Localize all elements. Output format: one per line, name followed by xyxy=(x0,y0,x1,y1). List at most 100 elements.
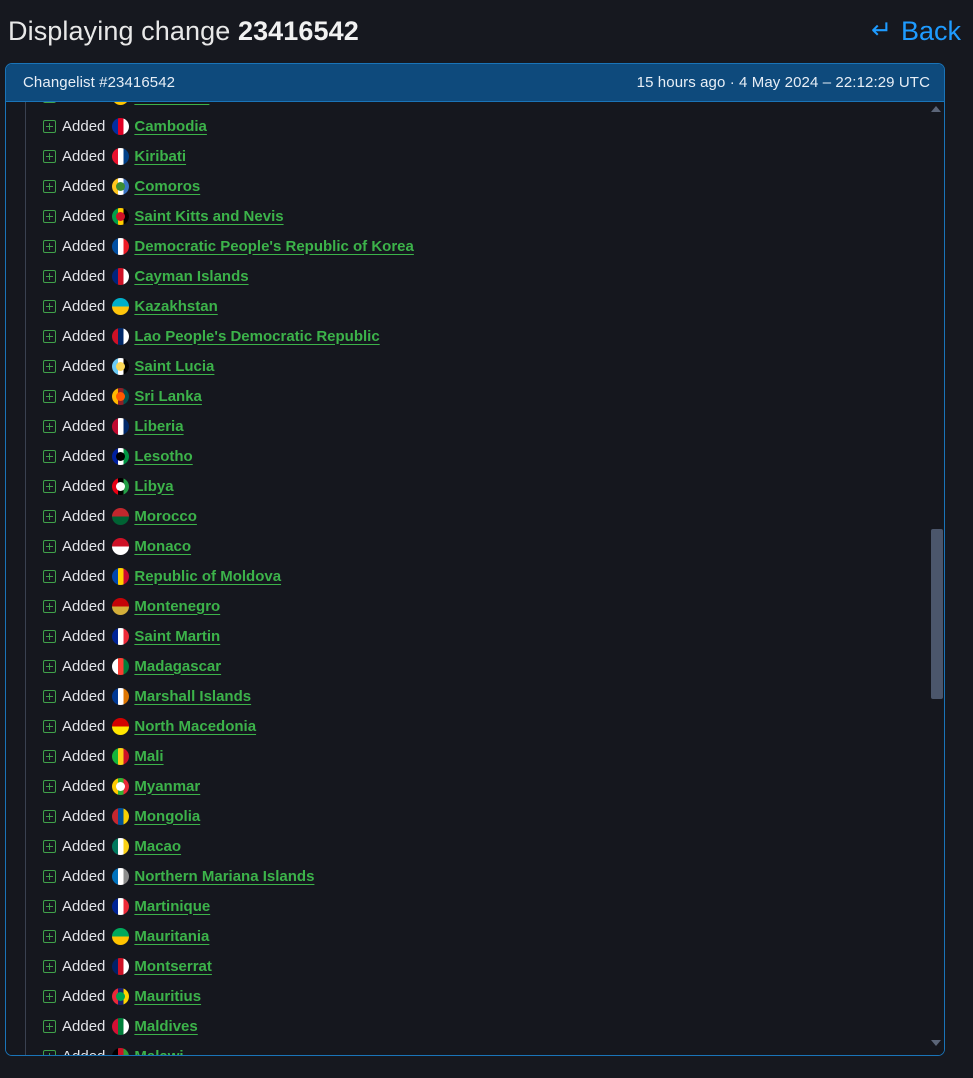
country-link[interactable]: Cayman Islands xyxy=(134,268,248,285)
plus-square-icon[interactable] xyxy=(43,209,56,223)
tree-row[interactable]: Added Saint Lucia xyxy=(6,351,944,381)
plus-square-icon[interactable] xyxy=(43,359,56,373)
tree-row[interactable]: Added Democratic People's Republic of Kor… xyxy=(6,231,944,261)
scrollbar-thumb[interactable] xyxy=(931,529,943,699)
tree-row[interactable]: Added Morocco xyxy=(6,501,944,531)
country-link[interactable]: Mongolia xyxy=(134,808,200,825)
tree-row[interactable]: Added Sri Lanka xyxy=(6,381,944,411)
country-link[interactable]: Northern Mariana Islands xyxy=(134,868,314,885)
plus-square-icon[interactable] xyxy=(43,599,56,613)
tree-row[interactable]: Added Montserrat xyxy=(6,951,944,981)
country-link[interactable]: Kazakhstan xyxy=(134,298,217,315)
plus-square-icon[interactable] xyxy=(43,869,56,883)
tree-row[interactable]: Added Malawi xyxy=(6,1041,944,1055)
plus-square-icon[interactable] xyxy=(43,629,56,643)
plus-square-icon[interactable] xyxy=(43,959,56,973)
country-link[interactable]: Kiribati xyxy=(134,148,186,165)
plus-square-icon[interactable] xyxy=(43,119,56,133)
tree-row[interactable]: Added Madagascar xyxy=(6,651,944,681)
tree-row[interactable]: Added Saint Martin xyxy=(6,621,944,651)
country-link[interactable]: Lesotho xyxy=(134,448,192,465)
tree-row[interactable]: Added Comoros xyxy=(6,171,944,201)
tree-row[interactable]: Added Marshall Islands xyxy=(6,681,944,711)
tree-row[interactable]: Added North Macedonia xyxy=(6,711,944,741)
country-link[interactable]: Lao People's Democratic Republic xyxy=(134,328,379,345)
plus-square-icon[interactable] xyxy=(43,989,56,1003)
tree-row[interactable]: Added Lesotho xyxy=(6,441,944,471)
country-link[interactable]: Madagascar xyxy=(134,658,221,675)
plus-square-icon[interactable] xyxy=(43,449,56,463)
country-link[interactable]: Montenegro xyxy=(134,598,220,615)
tree-row[interactable]: Added Monaco xyxy=(6,531,944,561)
tree-row[interactable]: Added Libya xyxy=(6,471,944,501)
tree-row[interactable]: Added Martinique xyxy=(6,891,944,921)
country-link[interactable]: Mauritius xyxy=(134,988,201,1005)
plus-square-icon[interactable] xyxy=(43,749,56,763)
country-link[interactable]: Martinique xyxy=(134,898,210,915)
country-link[interactable]: Comoros xyxy=(134,178,200,195)
plus-square-icon[interactable] xyxy=(43,149,56,163)
country-link[interactable]: Maldives xyxy=(134,1018,197,1035)
tree-row[interactable]: Added Saint Kitts and Nevis xyxy=(6,201,944,231)
country-link[interactable]: Marshall Islands xyxy=(134,688,251,705)
country-link[interactable]: Montserrat xyxy=(134,958,212,975)
tree-row[interactable]: Added Mali xyxy=(6,741,944,771)
country-link[interactable]: Mauritania xyxy=(134,102,209,105)
country-link[interactable]: Myanmar xyxy=(134,778,200,795)
tree-row[interactable]: Added Mongolia xyxy=(6,801,944,831)
country-link[interactable]: Morocco xyxy=(134,508,197,525)
plus-square-icon[interactable] xyxy=(43,299,56,313)
country-link[interactable]: Republic of Moldova xyxy=(134,568,281,585)
plus-square-icon[interactable] xyxy=(43,839,56,853)
plus-square-icon[interactable] xyxy=(43,102,56,103)
tree-row[interactable]: Added Lao People's Democratic Republic xyxy=(6,321,944,351)
plus-square-icon[interactable] xyxy=(43,689,56,703)
vertical-scrollbar[interactable] xyxy=(929,102,944,1055)
country-link[interactable]: Libya xyxy=(134,478,173,495)
country-link[interactable]: Democratic People's Republic of Korea xyxy=(134,238,413,255)
plus-square-icon[interactable] xyxy=(43,719,56,733)
country-link[interactable]: Macao xyxy=(134,838,181,855)
plus-square-icon[interactable] xyxy=(43,929,56,943)
tree-row[interactable]: Added Myanmar xyxy=(6,771,944,801)
plus-square-icon[interactable] xyxy=(43,539,56,553)
tree-row[interactable]: Added Montenegro xyxy=(6,591,944,621)
country-link[interactable]: Sri Lanka xyxy=(134,388,202,405)
plus-square-icon[interactable] xyxy=(43,779,56,793)
tree-row[interactable]: Added Cambodia xyxy=(6,111,944,141)
plus-square-icon[interactable] xyxy=(43,179,56,193)
plus-square-icon[interactable] xyxy=(43,659,56,673)
tree-row[interactable]: Added Macao xyxy=(6,831,944,861)
plus-square-icon[interactable] xyxy=(43,479,56,493)
tree-row[interactable]: Added Cayman Islands xyxy=(6,261,944,291)
tree-row[interactable]: Added Northern Mariana Islands xyxy=(6,861,944,891)
tree-row[interactable]: Added Mauritius xyxy=(6,981,944,1011)
plus-square-icon[interactable] xyxy=(43,389,56,403)
country-link[interactable]: Cambodia xyxy=(134,118,207,135)
back-link[interactable]: ↵ Back xyxy=(871,16,961,47)
tree-row[interactable]: Added Mauritania xyxy=(6,102,944,111)
plus-square-icon[interactable] xyxy=(43,419,56,433)
country-link[interactable]: Mali xyxy=(134,748,163,765)
plus-square-icon[interactable] xyxy=(43,329,56,343)
country-link[interactable]: North Macedonia xyxy=(134,718,256,735)
country-link[interactable]: Saint Lucia xyxy=(134,358,214,375)
country-link[interactable]: Saint Martin xyxy=(134,628,220,645)
tree-row[interactable]: Added Maldives xyxy=(6,1011,944,1041)
tree-row[interactable]: Added Kazakhstan xyxy=(6,291,944,321)
plus-square-icon[interactable] xyxy=(43,239,56,253)
tree-row[interactable]: Added Mauritania xyxy=(6,921,944,951)
country-link[interactable]: Liberia xyxy=(134,418,183,435)
country-link[interactable]: Mauritania xyxy=(134,928,209,945)
plus-square-icon[interactable] xyxy=(43,269,56,283)
caret-down-icon[interactable] xyxy=(931,1040,942,1051)
tree-row[interactable]: Added Republic of Moldova xyxy=(6,561,944,591)
plus-square-icon[interactable] xyxy=(43,899,56,913)
tree-row[interactable]: Added Liberia xyxy=(6,411,944,441)
plus-square-icon[interactable] xyxy=(43,809,56,823)
plus-square-icon[interactable] xyxy=(43,1049,56,1055)
tree-row[interactable]: Added Kiribati xyxy=(6,141,944,171)
country-link[interactable]: Saint Kitts and Nevis xyxy=(134,208,283,225)
country-link[interactable]: Monaco xyxy=(134,538,191,555)
plus-square-icon[interactable] xyxy=(43,509,56,523)
